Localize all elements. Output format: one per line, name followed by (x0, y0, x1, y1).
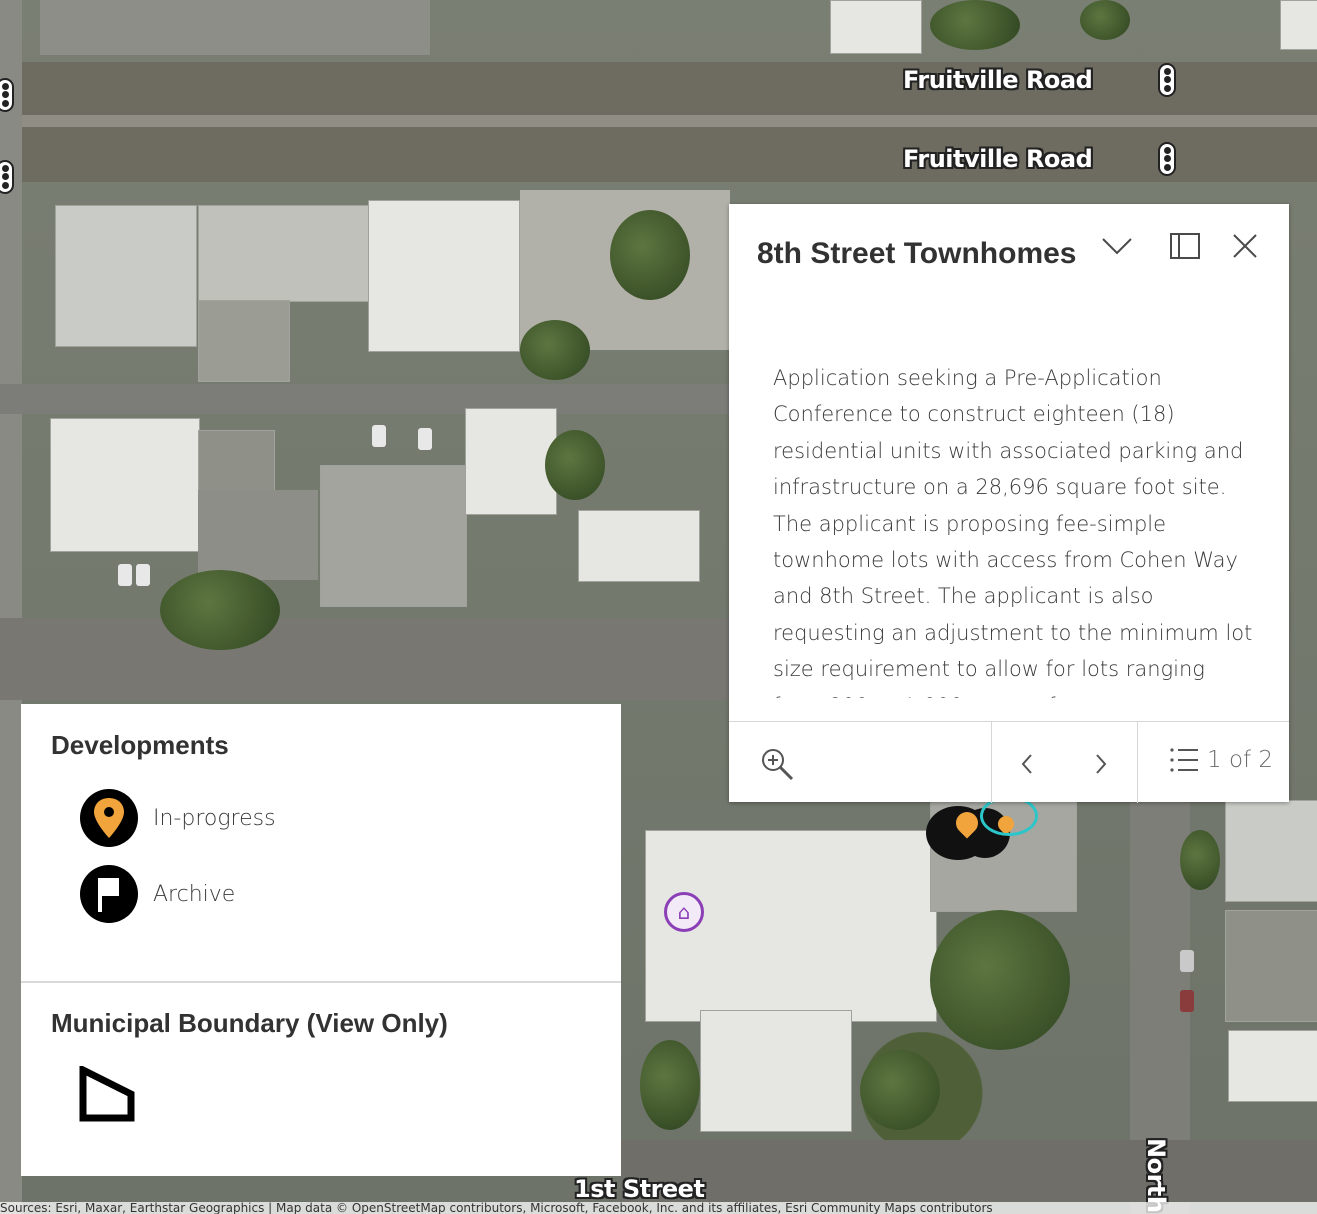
building (198, 300, 290, 382)
road-label-fruitville-1: Fruitville Road (903, 66, 1093, 94)
legend-item-archive: Archive (79, 864, 235, 924)
car (136, 564, 150, 586)
development-marker-cluster[interactable] (926, 796, 1042, 868)
car (1180, 950, 1194, 972)
popup-description: Application seeking a Pre-Application Co… (773, 366, 1253, 698)
legend-label-archive: Archive (153, 881, 236, 907)
previous-feature-button[interactable] (1009, 746, 1045, 782)
legend-label-in-progress: In-progress (153, 805, 276, 831)
tree (640, 1040, 700, 1130)
footer-divider (991, 722, 992, 803)
zoom-to-icon (762, 749, 794, 781)
dock-button[interactable] (1165, 226, 1205, 266)
tree (1080, 0, 1130, 40)
building (320, 465, 467, 607)
tree (930, 910, 1070, 1050)
building (198, 205, 370, 302)
car (418, 428, 432, 450)
flag-icon (80, 865, 138, 923)
building (50, 418, 200, 552)
car (118, 564, 132, 586)
close-icon (1233, 234, 1257, 258)
legend-title-municipal-boundary: Municipal Boundary (View Only) (51, 1008, 448, 1038)
traffic-signal-icon (0, 78, 14, 112)
parking-lot (40, 0, 430, 55)
road-label-fruitville-2: Fruitville Road (903, 145, 1093, 173)
tree (860, 1050, 940, 1130)
tree (160, 570, 280, 650)
building (198, 430, 275, 492)
footer-divider (1137, 722, 1138, 803)
list-icon (1170, 748, 1198, 772)
tree (610, 210, 690, 300)
orange-pin-icon (80, 789, 138, 847)
building (700, 1010, 852, 1132)
tree (930, 0, 1020, 50)
building (368, 200, 520, 352)
popup-title: 8th Street Townhomes (757, 237, 1077, 270)
traffic-signal-icon (0, 160, 14, 194)
zoom-to-button[interactable] (759, 746, 795, 782)
car (1180, 990, 1194, 1012)
building (830, 0, 922, 54)
road-mid (0, 618, 730, 700)
collapse-button[interactable] (1097, 226, 1137, 266)
building (1225, 800, 1317, 902)
road-label-1st-street: 1st Street (574, 1175, 705, 1203)
road-first-street (620, 1140, 1317, 1202)
building (55, 205, 197, 347)
traffic-signal-icon (1158, 63, 1176, 97)
school-poi-icon[interactable]: ⌂ (664, 892, 704, 932)
close-button[interactable] (1225, 226, 1265, 266)
next-feature-button[interactable] (1083, 746, 1119, 782)
chevron-left-icon (1021, 754, 1032, 774)
popup-footer: 1 of 2 (729, 721, 1289, 803)
chevron-right-icon (1096, 754, 1107, 774)
chevron-down-icon (1102, 238, 1132, 255)
road-alley (0, 384, 730, 414)
legend-divider (21, 981, 621, 983)
dock-icon (1170, 233, 1200, 259)
legend-panel: Developments In-progress Archive Municip… (21, 704, 621, 1176)
building (578, 510, 700, 582)
tree (1180, 830, 1220, 890)
boundary-polygon-icon (79, 1066, 135, 1122)
map-attribution: Sources: Esri, Maxar, Earthstar Geograph… (0, 1202, 1317, 1214)
legend-title-developments: Developments (51, 730, 229, 760)
legend-item-in-progress: In-progress (79, 788, 276, 848)
building (1225, 910, 1317, 1022)
building (1228, 1030, 1317, 1102)
tree (545, 430, 605, 500)
tree (520, 320, 590, 380)
feature-list-button[interactable]: 1 of 2 (1169, 746, 1273, 774)
car (372, 425, 386, 447)
feature-popup: 8th Street Townhomes Application seeking… (729, 204, 1289, 803)
road-median (0, 115, 1317, 127)
building (1280, 0, 1317, 50)
building (465, 408, 557, 515)
feature-count: 1 of 2 (1207, 747, 1274, 773)
traffic-signal-icon (1158, 142, 1176, 176)
parking-lot (198, 490, 318, 580)
